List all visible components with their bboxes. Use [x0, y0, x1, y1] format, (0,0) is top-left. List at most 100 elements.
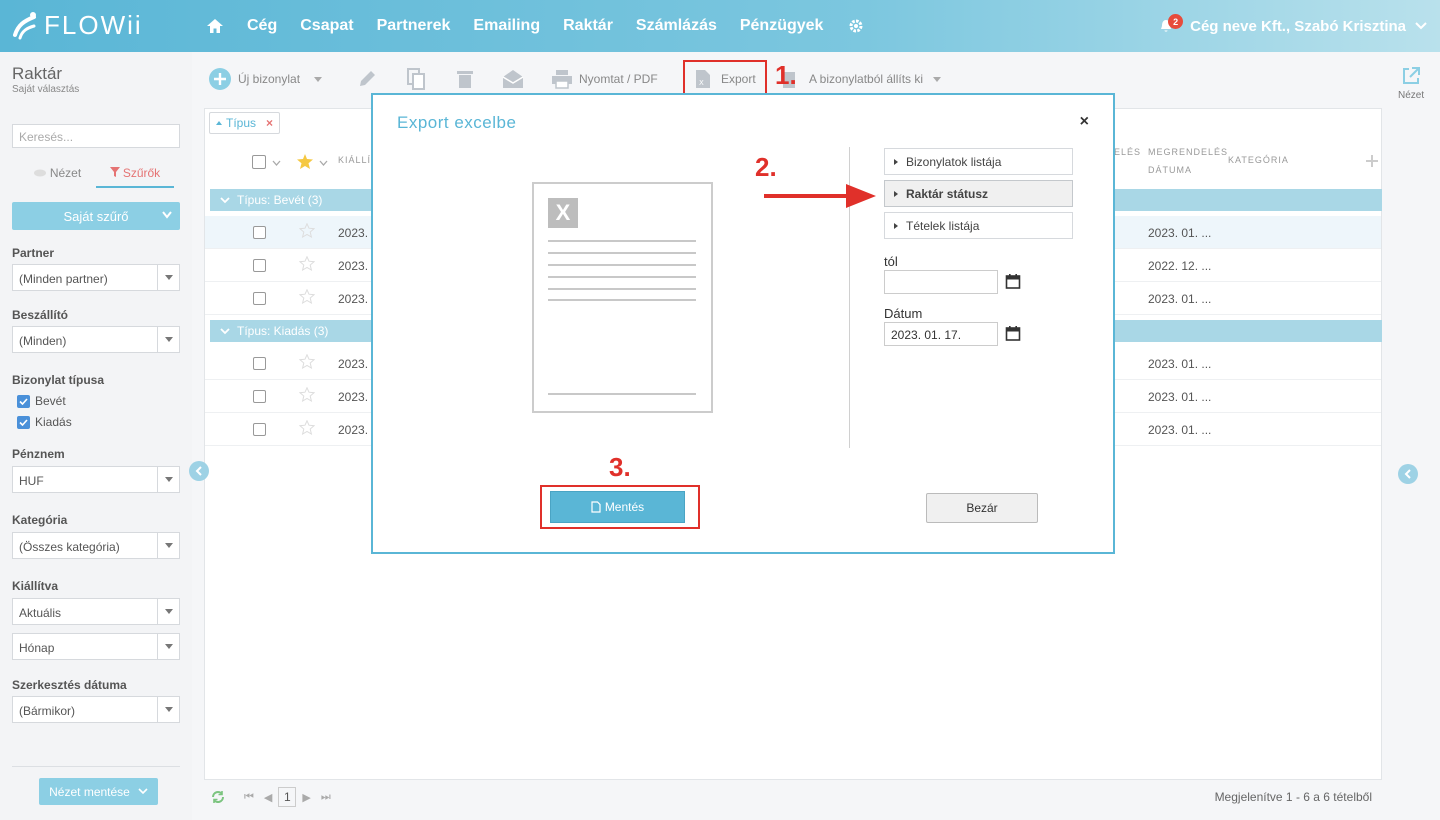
expand-panel-button[interactable]	[1398, 464, 1418, 484]
row-issued-date: 2023.	[338, 357, 369, 371]
filter-icon	[109, 167, 120, 177]
nav-item-raktar[interactable]: Raktár	[563, 17, 613, 35]
row-checkbox[interactable]	[253, 226, 266, 239]
trash-icon	[454, 68, 476, 90]
dropdown-icon	[314, 76, 323, 82]
new-document-button[interactable]: Új bizonylat	[209, 68, 323, 90]
last-page-icon[interactable]: ⏭	[321, 791, 331, 804]
nav-item-emailing[interactable]: Emailing	[473, 17, 540, 35]
export-option-label: Tételek listája	[906, 218, 980, 233]
nav-item-ceg[interactable]: Cég	[247, 17, 277, 35]
email-button[interactable]	[502, 68, 524, 90]
page-title: Raktár	[12, 64, 63, 83]
page-number-input[interactable]: 1	[278, 787, 297, 807]
partner-select[interactable]: (Minden partner)	[12, 264, 180, 291]
star-outline-icon[interactable]	[299, 289, 315, 304]
date-input[interactable]: 2023. 01. 17.	[884, 322, 998, 346]
doctype-in-checkbox[interactable]: Bevét	[17, 394, 66, 408]
refresh-icon[interactable]	[211, 790, 225, 804]
partner-label: Partner	[12, 246, 55, 260]
column-header-category[interactable]: KATEGÓRIA	[1228, 151, 1289, 169]
own-filter-button[interactable]: Saját szűrő	[12, 202, 180, 230]
sidebar: Raktár Saját választás Keresés... Nézet …	[0, 52, 192, 820]
column-header-order-fragment[interactable]: ELÉS	[1114, 143, 1141, 161]
chevron-down-icon[interactable]	[319, 160, 328, 166]
column-header-issued[interactable]: KIÁLLÍ	[338, 151, 371, 169]
edit-date-label: Szerkesztés dátuma	[12, 678, 127, 692]
export-option-stock-status[interactable]: Raktár státusz	[884, 180, 1073, 207]
currency-value: HUF	[19, 474, 44, 488]
currency-label: Pénznem	[12, 447, 65, 461]
doctype-out-checkbox[interactable]: Kiadás	[17, 415, 72, 429]
first-page-icon[interactable]: ⏮	[244, 791, 254, 804]
excel-icon: X	[548, 198, 578, 228]
nav-item-partnerek[interactable]: Partnerek	[377, 17, 451, 35]
row-checkbox[interactable]	[253, 292, 266, 305]
star-outline-icon[interactable]	[299, 223, 315, 238]
export-option-item-list[interactable]: Tételek listája	[884, 212, 1073, 239]
collapse-sidebar-button[interactable]	[189, 461, 209, 481]
row-checkbox[interactable]	[253, 357, 266, 370]
chevron-down-icon[interactable]	[272, 160, 281, 166]
notifications[interactable]: 2	[1160, 0, 1186, 52]
tab-filters-label: Szűrők	[122, 166, 161, 180]
category-label: Kategória	[12, 513, 68, 527]
edit-date-select[interactable]: (Bármikor)	[12, 696, 180, 723]
copy-button[interactable]	[405, 68, 427, 90]
brand-name: FLOWii	[44, 10, 143, 40]
star-filled-icon[interactable]	[297, 154, 313, 169]
tab-filters[interactable]: Szűrők	[96, 166, 174, 188]
select-all-checkbox[interactable]	[252, 155, 266, 169]
annotation-box-export	[683, 60, 767, 96]
nav-item-penzugyek[interactable]: Pénzügyek	[740, 17, 824, 35]
add-column-icon[interactable]	[1366, 155, 1378, 167]
star-outline-icon[interactable]	[299, 420, 315, 435]
star-outline-icon[interactable]	[299, 387, 315, 402]
star-outline-icon[interactable]	[299, 256, 315, 271]
home-icon[interactable]	[205, 16, 225, 36]
save-view-button[interactable]: Nézet mentése	[39, 778, 158, 805]
divider	[12, 766, 180, 767]
close-button[interactable]: Bezár	[926, 493, 1038, 523]
gear-icon[interactable]	[846, 16, 866, 36]
supplier-select[interactable]: (Minden)	[12, 326, 180, 353]
dialog-title: Export excelbe	[397, 113, 517, 132]
caret-right-icon	[894, 191, 898, 197]
tab-view[interactable]: Nézet	[18, 166, 96, 188]
dropdown-icon	[933, 76, 942, 82]
search-input[interactable]: Keresés...	[12, 124, 180, 148]
delete-button[interactable]	[454, 68, 476, 90]
logo[interactable]: FLOWii	[12, 10, 143, 41]
nav-item-csapat[interactable]: Csapat	[300, 17, 353, 35]
row-order-date: 2023. 01. ...	[1148, 357, 1212, 371]
user-menu[interactable]: 2 Cég neve Kft., Szabó Krisztina	[1160, 0, 1428, 52]
issued-select[interactable]: Aktuális	[12, 598, 180, 625]
print-pdf-button[interactable]: Nyomtat / PDF	[551, 68, 658, 90]
row-checkbox[interactable]	[253, 390, 266, 403]
prev-page-icon[interactable]: ◀	[264, 791, 272, 804]
create-from-document-button[interactable]: A bizonylatból állíts ki	[780, 68, 942, 90]
row-order-date: 2023. 01. ...	[1148, 226, 1212, 240]
filter-chip-type[interactable]: Típus ×	[209, 112, 281, 134]
category-select[interactable]: (Összes kategória)	[12, 532, 180, 559]
calendar-icon[interactable]	[1005, 273, 1021, 289]
view-toggle-button[interactable]: Nézet	[1398, 66, 1424, 101]
notification-badge: 2	[1168, 14, 1184, 29]
from-date-input[interactable]	[884, 270, 998, 294]
row-order-date: 2023. 01. ...	[1148, 390, 1212, 404]
export-option-document-list[interactable]: Bizonylatok listája	[884, 148, 1073, 175]
row-issued-date: 2023.	[338, 423, 369, 437]
issued-period-select[interactable]: Hónap	[12, 633, 180, 660]
next-page-icon[interactable]: ▶	[302, 791, 310, 804]
calendar-icon[interactable]	[1005, 325, 1021, 341]
edit-button[interactable]	[356, 68, 378, 90]
close-icon[interactable]: ×	[1080, 113, 1089, 131]
column-header-order-date[interactable]: MEGRENDELÉS DÁTUMA	[1148, 143, 1228, 179]
row-checkbox[interactable]	[253, 423, 266, 436]
star-outline-icon[interactable]	[299, 354, 315, 369]
currency-select[interactable]: HUF	[12, 466, 180, 493]
remove-filter-icon[interactable]: ×	[266, 116, 273, 130]
dropdown-icon	[157, 599, 179, 624]
nav-item-szamlazas[interactable]: Számlázás	[636, 17, 717, 35]
row-checkbox[interactable]	[253, 259, 266, 272]
